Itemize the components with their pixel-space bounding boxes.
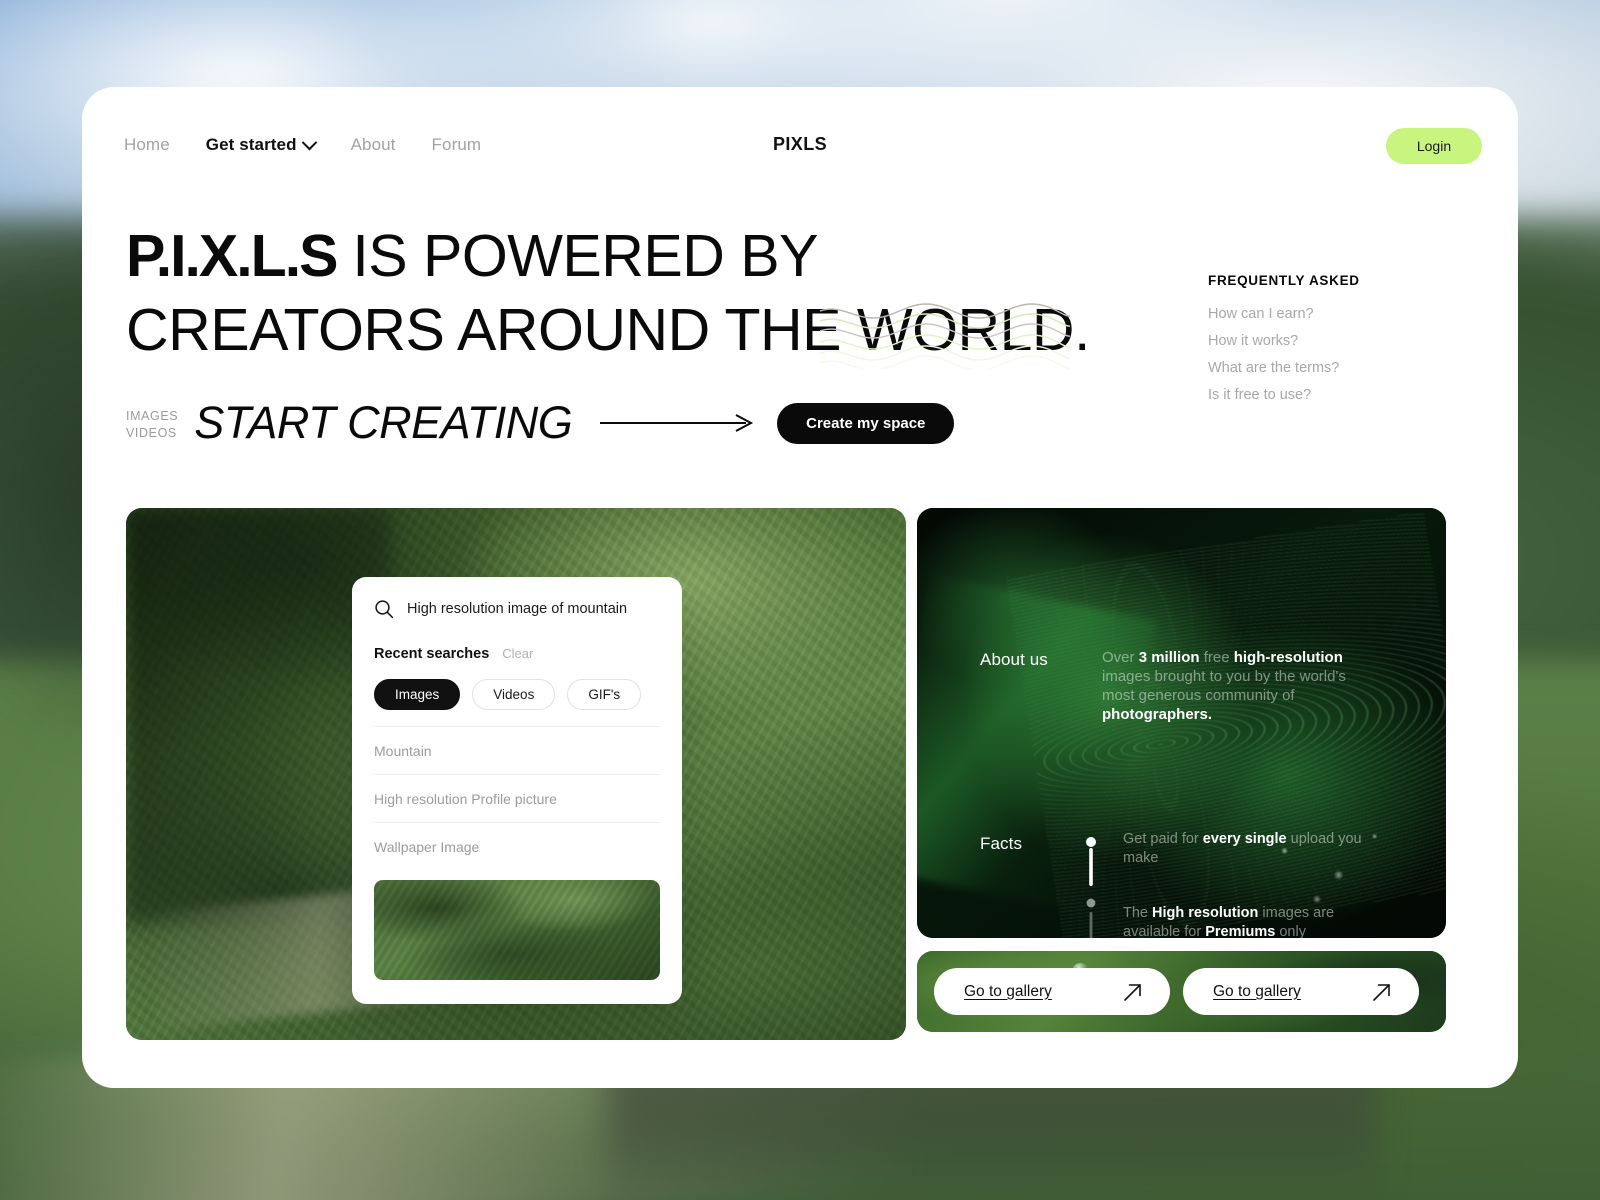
arrow-up-right-icon	[1373, 983, 1390, 1001]
headline-line-1: P.I.X.L.S IS POWERED BY	[126, 219, 1086, 293]
clear-link[interactable]: Clear	[502, 646, 533, 661]
top-navigation: Home Get started About Forum PIXLS Login	[82, 87, 1518, 203]
go-to-gallery-button-1[interactable]: Go to gallery	[934, 968, 1170, 1015]
suggestion-thumbnail[interactable]	[374, 880, 660, 980]
suggestion-profile-picture[interactable]: High resolution Profile picture	[374, 774, 660, 822]
faq-item-how-it-works[interactable]: How it works?	[1208, 333, 1360, 349]
page-card: Home Get started About Forum PIXLS Login…	[82, 87, 1518, 1088]
fact-item-premium: The High resolution images are available…	[1123, 905, 1335, 938]
gallery-buttons: Go to gallery Go to gallery	[934, 968, 1419, 1015]
faq-title: FREQUENTLY ASKED	[1208, 273, 1360, 288]
search-overlay-card: High resolution image of mountain Recent…	[352, 577, 682, 1004]
login-button[interactable]: Login	[1386, 128, 1482, 164]
media-option-images[interactable]: IMAGES	[126, 409, 178, 423]
brand-logo: PIXLS	[772, 134, 828, 154]
fact-item-paid: Get paid for every single upload you mak…	[1123, 831, 1362, 866]
nav-links: Home Get started About Forum	[124, 134, 517, 155]
nav-item-get-started[interactable]: Get started	[205, 134, 317, 155]
faq-item-earn[interactable]: How can I earn?	[1208, 306, 1360, 322]
recent-searches-label: Recent searches	[374, 646, 490, 662]
suggestion-thumbnail-texture	[374, 880, 660, 980]
headline-line-1-rest: IS POWERED BY	[336, 223, 818, 289]
about-us-text: Over 3 million free high-resolution imag…	[1102, 649, 1346, 723]
nav-item-about[interactable]: About	[351, 135, 396, 155]
faq-item-free-to-use[interactable]: Is it free to use?	[1208, 387, 1360, 403]
search-input[interactable]: High resolution image of mountain	[407, 601, 627, 617]
nav-item-home[interactable]: Home	[124, 135, 170, 155]
go-to-gallery-button-2[interactable]: Go to gallery	[1183, 968, 1419, 1015]
chip-gifs[interactable]: GIF's	[567, 679, 642, 710]
facts-label: Facts	[980, 834, 1023, 853]
about-us-label: About us	[980, 650, 1048, 669]
arrow-up-right-icon	[1124, 983, 1141, 1001]
headline-line-2: CREATORS AROUND THE WORLD.	[126, 297, 1090, 363]
faq-section: FREQUENTLY ASKED How can I earn? How it …	[1208, 273, 1360, 414]
chip-images[interactable]: Images	[374, 679, 461, 710]
go-to-gallery-label-2: Go to gallery	[1213, 982, 1301, 1000]
start-creating-row: IMAGES VIDEOS START CREATING Create my s…	[126, 397, 955, 449]
suggestion-mountain[interactable]: Mountain	[374, 726, 660, 774]
nav-item-forum[interactable]: Forum	[432, 135, 482, 155]
create-my-space-button[interactable]: Create my space	[777, 402, 955, 444]
search-input-row[interactable]: High resolution image of mountain	[374, 599, 660, 619]
go-to-gallery-label-1: Go to gallery	[964, 982, 1052, 1000]
chevron-down-icon	[301, 134, 317, 150]
nav-item-get-started-label: Get started	[205, 135, 297, 154]
headline-brand: P.I.X.L.S	[126, 223, 338, 289]
search-icon	[375, 600, 394, 619]
chip-videos[interactable]: Videos	[472, 679, 556, 710]
long-arrow-right-icon	[600, 414, 754, 432]
suggestion-wallpaper-image[interactable]: Wallpaper Image	[374, 822, 660, 870]
start-creating-label: START CREATING	[194, 397, 573, 448]
filter-chips: Images Videos GIF's	[374, 679, 660, 710]
about-panel: About us Over 3 million free high-resolu…	[917, 508, 1446, 938]
facts-list: Get paid for every single upload you mak…	[1085, 830, 1365, 938]
recent-searches-row: Recent searches Clear	[374, 646, 660, 662]
hero-section: P.I.X.L.S IS POWERED BY CREATORS AROUND …	[126, 219, 1090, 369]
media-type-toggle: IMAGES VIDEOS	[126, 407, 178, 440]
media-option-videos[interactable]: VIDEOS	[126, 426, 178, 440]
gallery-strip: Go to gallery Go to gallery	[917, 951, 1446, 1032]
faq-item-terms[interactable]: What are the terms?	[1208, 360, 1360, 376]
